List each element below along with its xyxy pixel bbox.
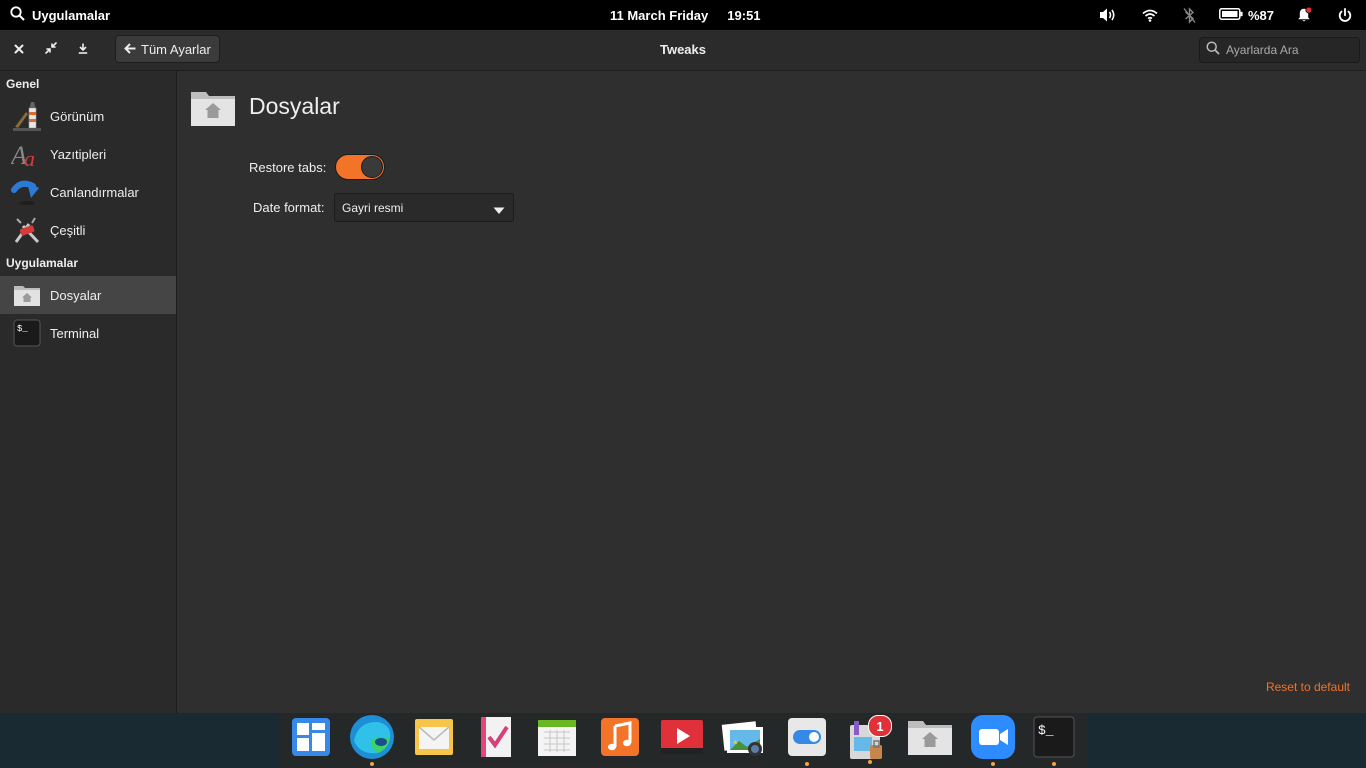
sidebar-item-fonts[interactable]: A a Yazıtipleri [0,135,176,173]
terminal-icon: $_ [1033,716,1075,766]
sidebar-item-label: Dosyalar [50,287,102,303]
multitasking-view-icon [290,716,332,763]
sidebar-item-misc[interactable]: Çeşitli [0,211,176,249]
mail-icon [413,717,455,762]
dock-tasks[interactable] [471,715,519,763]
close-button[interactable] [7,38,31,62]
date-text: 11 March Friday [610,7,709,23]
dock-edge[interactable] [348,713,396,766]
datetime-indicator[interactable]: 11 March Friday 19:51 [610,0,761,30]
search-input[interactable] [1226,43,1346,57]
sidebar-item-appearance[interactable]: Görünüm [0,97,176,135]
applications-label: Uygulamalar [32,7,111,23]
back-button-label: Tüm Ayarlar [141,41,211,57]
time-text: 19:51 [727,7,761,23]
unmaximize-icon [45,41,57,59]
sidebar-item-label: Çeşitli [50,222,86,238]
battery-indicator[interactable]: %87 [1219,0,1274,30]
dock-zoom[interactable] [969,714,1017,766]
terminal-icon: $_ [11,317,43,349]
bluetooth-off-icon[interactable] [1183,0,1197,30]
dock: 1 $_ [279,713,1087,768]
search-icon [10,6,25,24]
files-icon [11,279,43,311]
chevron-down-icon [493,204,505,218]
dock-mail[interactable] [410,715,458,763]
arrow-left-icon [124,42,136,57]
files-icon [907,717,953,762]
all-settings-back-button[interactable]: Tüm Ayarlar [115,35,220,63]
main-content: Dosyalar Restore tabs: Date format: Gayr… [177,71,1366,713]
close-icon [14,41,24,59]
top-panel: Uygulamalar 11 March Friday 19:51 %87 [0,0,1366,30]
applications-menu[interactable]: Uygulamalar [10,0,110,30]
sidebar-item-terminal[interactable]: $_ Terminal [0,314,176,352]
reset-to-default-link[interactable]: Reset to default [1266,680,1350,694]
animations-icon [11,176,43,208]
videos-icon [660,718,704,761]
page-title: Dosyalar [249,93,340,119]
headerbar: Tüm Ayarlar Tweaks [0,30,1366,71]
dock-calendar[interactable] [533,715,581,763]
volume-icon[interactable] [1097,0,1119,30]
dock-music[interactable] [596,715,644,763]
sidebar-item-label: Terminal [50,325,100,341]
dock-videos[interactable] [658,715,706,763]
dock-appcenter[interactable]: 1 [844,715,892,764]
appcenter-icon: 1 [846,715,892,764]
sidebar: Genel Görünüm A a Yazıtipleri Canlandırm… [0,71,177,713]
switch-knob [361,156,383,178]
wifi-icon[interactable] [1141,0,1159,30]
date-format-dropdown[interactable]: Gayri resmi [334,193,514,222]
date-format-label: Date format: [253,200,325,215]
dock-photos[interactable] [720,715,768,763]
sidebar-section-apps: Uygulamalar [6,256,79,270]
dock-settings[interactable] [783,715,831,766]
sidebar-section-general: Genel [6,77,40,91]
settings-search[interactable] [1199,37,1360,63]
svg-text:$_: $_ [17,324,28,334]
music-icon [600,717,640,762]
dock-multitasking[interactable] [287,715,335,763]
battery-icon [1219,7,1243,23]
photos-icon [721,717,767,762]
misc-icon [11,214,43,246]
appearance-icon [11,100,43,132]
sidebar-item-files[interactable]: Dosyalar [0,276,176,314]
restore-tabs-label: Restore tabs: [249,160,327,175]
unmaximize-button[interactable] [39,38,63,62]
sidebar-item-label: Görünüm [50,108,105,124]
dock-files[interactable] [906,715,954,763]
sidebar-item-label: Yazıtipleri [50,146,107,162]
calendar-icon [536,716,578,763]
svg-text:$_: $_ [1038,723,1054,738]
download-icon [78,41,88,59]
download-button[interactable] [71,38,95,62]
sidebar-item-label: Canlandırmalar [50,184,139,200]
notification-badge: 1 [868,715,892,737]
battery-percent: %87 [1247,7,1274,23]
notifications-icon[interactable] [1296,0,1312,30]
sidebar-item-animations[interactable]: Canlandırmalar [0,173,176,211]
tweaks-window: Tüm Ayarlar Tweaks Genel [0,30,1366,713]
edge-browser-icon [348,713,396,766]
svg-text:a: a [24,146,35,170]
files-icon [190,88,236,133]
restore-tabs-switch[interactable] [335,154,385,180]
fonts-icon: A a [11,138,43,170]
tasks-icon [475,715,515,764]
power-icon[interactable] [1338,0,1352,30]
dock-terminal[interactable]: $_ [1030,715,1078,766]
zoom-icon [970,714,1016,766]
settings-icon [786,716,828,766]
search-icon [1206,40,1220,60]
date-format-value: Gayri resmi [342,200,404,215]
